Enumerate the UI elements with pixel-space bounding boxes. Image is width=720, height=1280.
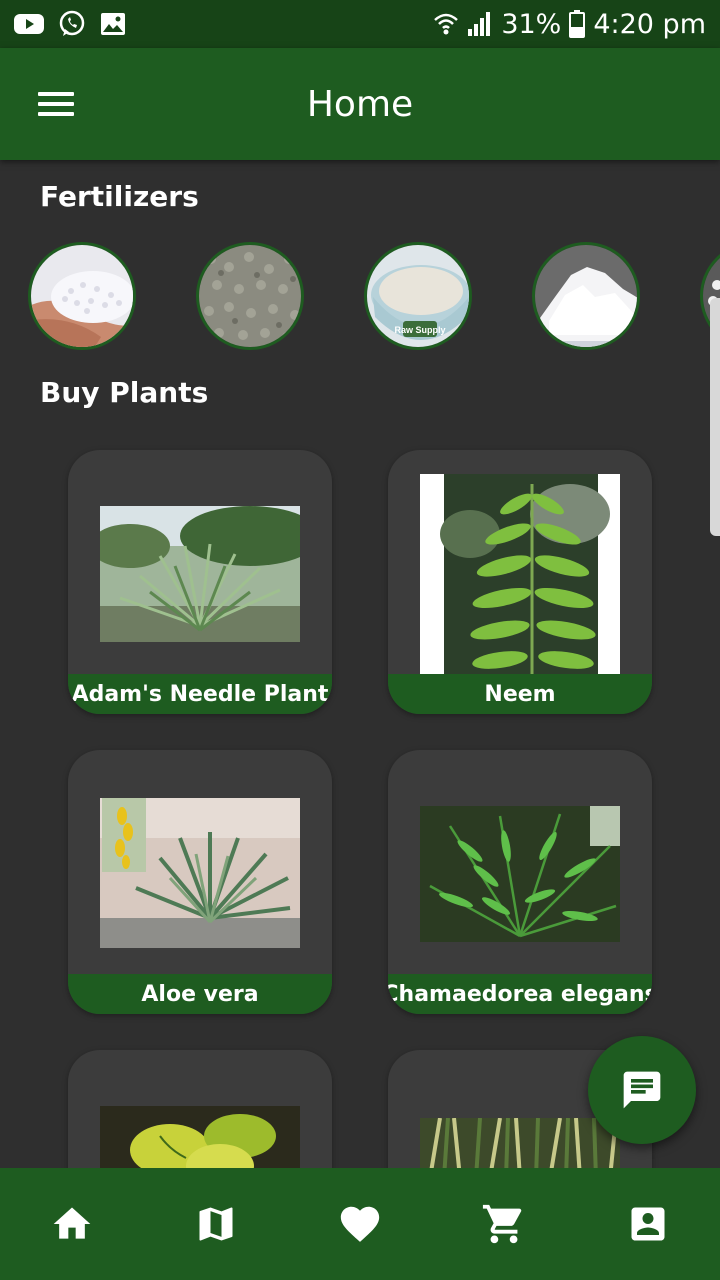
bowl-label: Raw Supply xyxy=(394,325,445,335)
fertilizer-item-grey-pellets[interactable] xyxy=(196,242,304,350)
map-icon xyxy=(199,1207,233,1241)
plant-card[interactable]: Neem xyxy=(388,450,652,714)
fertilizer-item-white-granules[interactable] xyxy=(28,242,136,350)
home-icon xyxy=(53,1207,91,1239)
battery-icon xyxy=(569,10,586,38)
plant-card[interactable]: Adam's Needle Plant xyxy=(68,450,332,714)
plant-name: Neem xyxy=(388,674,652,714)
nav-account[interactable] xyxy=(608,1184,688,1264)
cart-icon xyxy=(482,1204,522,1244)
whatsapp-icon xyxy=(59,10,85,36)
status-system: 31% 4:20 pm xyxy=(433,9,706,40)
hamburger-menu-icon[interactable] xyxy=(34,86,78,122)
plant-image xyxy=(100,506,300,642)
youtube-icon xyxy=(14,14,44,34)
plant-image xyxy=(100,798,300,948)
nav-home[interactable] xyxy=(32,1184,112,1264)
nav-favorites[interactable] xyxy=(320,1184,400,1264)
clock: 4:20 pm xyxy=(593,8,706,40)
plant-image xyxy=(420,474,620,674)
signal-icon xyxy=(468,12,491,36)
fertilizer-item-white-crystals[interactable] xyxy=(532,242,640,350)
battery-percent: 31% xyxy=(501,8,562,40)
gallery-icon xyxy=(101,13,125,35)
status-notification-icons xyxy=(14,10,126,38)
account-icon xyxy=(631,1207,665,1241)
page-title: Home xyxy=(306,83,414,125)
plant-name: Aloe vera xyxy=(68,974,332,1014)
fertilizer-item-white-powder-bowl[interactable]: Raw Supply xyxy=(364,242,472,350)
fertilizer-carousel[interactable]: Raw Supply xyxy=(28,240,720,352)
plant-card[interactable]: Chamaedorea elegans xyxy=(388,750,652,1014)
plant-name: Chamaedorea elegans xyxy=(388,974,652,1014)
scrollbar[interactable] xyxy=(710,298,720,536)
nav-map[interactable] xyxy=(176,1184,256,1264)
fertilizers-heading: Fertilizers xyxy=(40,180,199,213)
chat-message-icon xyxy=(623,1071,661,1109)
bottom-navigation xyxy=(0,1168,720,1280)
plant-card[interactable]: Aloe vera xyxy=(68,750,332,1014)
chat-fab-button[interactable] xyxy=(588,1036,696,1144)
nav-cart[interactable] xyxy=(464,1184,544,1264)
buy-plants-heading: Buy Plants xyxy=(40,376,209,409)
wifi-icon xyxy=(434,13,459,35)
app-bar: Home xyxy=(0,48,720,160)
plant-image xyxy=(420,806,620,942)
favorite-heart-icon xyxy=(340,1206,380,1242)
plant-name: Adam's Needle Plant xyxy=(68,674,332,714)
status-bar: 31% 4:20 pm xyxy=(0,0,720,48)
